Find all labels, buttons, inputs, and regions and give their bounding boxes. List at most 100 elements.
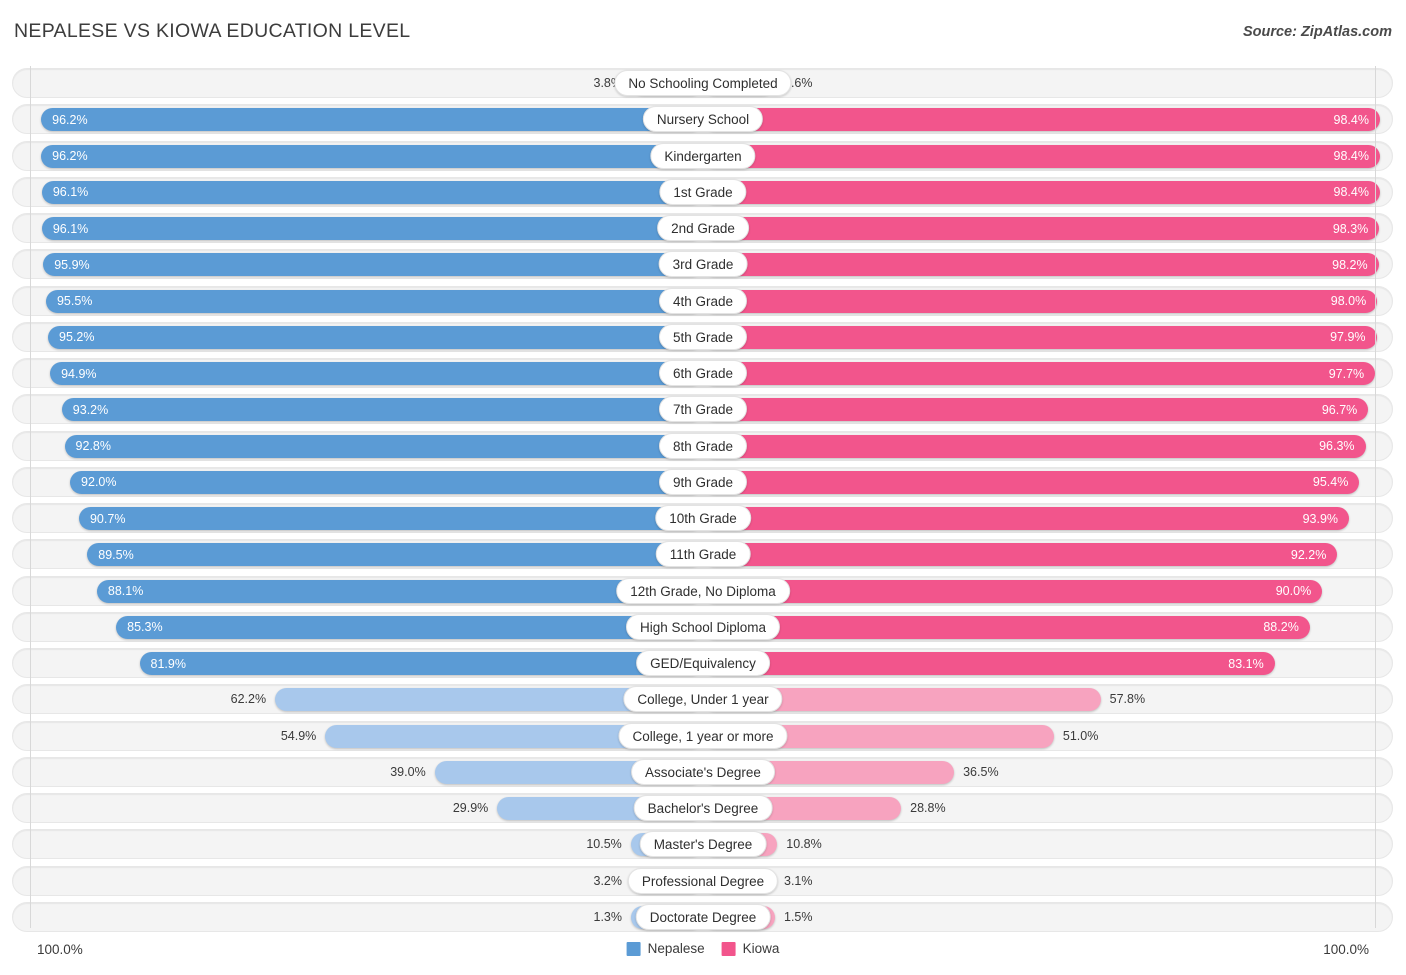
bar-kiowa: 96.7% <box>703 398 1369 422</box>
gridline-right <box>1375 66 1376 928</box>
category-label: 1st Grade <box>659 178 747 205</box>
category-label: 11th Grade <box>655 541 751 568</box>
category-label: High School Diploma <box>625 613 781 640</box>
bar-nepalese: 93.2% <box>61 398 703 422</box>
gridline-left <box>30 66 31 928</box>
bar-value-label: 54.9% <box>280 728 317 743</box>
bar-value-label: 97.9% <box>1330 330 1366 345</box>
chart-row: 89.5% 92.2% 11th Grade <box>0 539 1406 570</box>
bar-kiowa: 98.4% <box>703 108 1380 132</box>
category-label: 4th Grade <box>658 287 748 314</box>
bar-value-label: 98.3% <box>1332 221 1369 236</box>
category-label: GED/Equivalency <box>636 650 770 676</box>
category-label: 8th Grade <box>658 432 748 459</box>
axis-label-right: 100.0% <box>1323 942 1369 957</box>
bar-value-label: 36.5% <box>963 764 999 779</box>
bar-kiowa: 93.9% <box>703 507 1350 530</box>
chart-row: 62.2% 57.8% College, Under 1 year <box>0 684 1406 715</box>
chart-row: 94.9% 97.7% 6th Grade <box>0 358 1406 388</box>
chart-row: 92.8% 96.3% 8th Grade <box>0 430 1406 461</box>
legend-item: Kiowa <box>721 941 779 956</box>
bar-kiowa: 90.0% <box>703 579 1323 603</box>
category-label: 3rd Grade <box>658 251 748 278</box>
bar-value-label: 95.2% <box>59 330 95 345</box>
bar-kiowa: 98.2% <box>703 253 1379 277</box>
bar-nepalese: 92.8% <box>64 434 703 458</box>
category-label: No Schooling Completed <box>614 70 792 96</box>
bar-value-label: 95.5% <box>56 294 93 308</box>
bar-kiowa: 98.3% <box>703 217 1380 240</box>
bar-value-label: 96.1% <box>52 221 89 236</box>
bar-value-label: 92.0% <box>81 475 117 490</box>
bar-kiowa: 92.2% <box>703 543 1338 567</box>
chart-row: 29.9% 28.8% Bachelor's Degree <box>0 793 1406 823</box>
category-label: 5th Grade <box>658 323 748 350</box>
category-label: Professional Degree <box>627 867 779 894</box>
bar-nepalese: 95.5% <box>45 289 703 313</box>
bar-value-label: 3.2% <box>593 873 623 888</box>
chart-row: 3.8% 1.6% No Schooling Completed <box>0 68 1406 98</box>
bar-value-label: 1.5% <box>784 909 813 924</box>
bar-value-label: 81.9% <box>150 656 186 671</box>
bar-nepalese: 89.5% <box>87 543 703 567</box>
bar-value-label: 96.7% <box>1321 402 1358 417</box>
bar-value-label: 51.0% <box>1062 728 1099 743</box>
axis-label-left: 100.0% <box>37 942 83 957</box>
chart-row: 88.1% 90.0% 12th Grade, No Diploma <box>0 575 1406 606</box>
bar-nepalese: 96.2% <box>41 144 703 168</box>
chart-row: 92.0% 95.4% 9th Grade <box>0 466 1406 497</box>
source-attribution: Source: ZipAtlas.com <box>1242 24 1392 40</box>
bar-value-label: 96.1% <box>52 185 89 200</box>
bar-value-label: 90.7% <box>89 511 126 526</box>
bar-value-label: 96.2% <box>52 112 88 127</box>
category-label: College, Under 1 year <box>623 686 783 713</box>
bar-nepalese: 92.0% <box>70 470 703 494</box>
bar-value-label: 98.4% <box>1333 112 1369 127</box>
chart-page: NEPALESE VS KIOWA EDUCATION LEVEL Source… <box>0 0 1406 975</box>
bar-kiowa: 98.0% <box>703 289 1378 313</box>
category-label: College, 1 year or more <box>618 722 788 749</box>
bar-kiowa: 97.9% <box>703 325 1377 349</box>
bar-nepalese: 90.7% <box>78 507 703 530</box>
chart-row: 95.2% 97.9% 5th Grade <box>0 321 1406 352</box>
bar-kiowa: 88.2% <box>703 615 1310 639</box>
chart-row: 96.2% 98.4% Nursery School <box>0 104 1406 135</box>
bar-value-label: 96.2% <box>52 149 88 163</box>
bar-value-label: 92.8% <box>75 439 111 453</box>
category-label: Kindergarten <box>650 142 756 169</box>
bar-kiowa: 98.4% <box>703 144 1380 168</box>
bar-value-label: 1.3% <box>593 909 623 924</box>
category-label: 7th Grade <box>658 396 748 423</box>
legend-swatch-icon <box>721 941 736 956</box>
chart-row: 85.3% 88.2% High School Diploma <box>0 611 1406 642</box>
bar-value-label: 28.8% <box>910 801 946 815</box>
category-label: Master's Degree <box>639 831 767 858</box>
bar-kiowa: 95.4% <box>703 470 1360 494</box>
bar-value-label: 88.2% <box>1263 620 1299 635</box>
bar-value-label: 93.2% <box>72 402 109 417</box>
chart-row: 95.9% 98.2% 3rd Grade <box>0 249 1406 280</box>
chart-footer: 100.0% 100.0% Nepalese Kiowa <box>0 938 1406 966</box>
bar-value-label: 98.4% <box>1333 149 1369 163</box>
bar-value-label: 95.4% <box>1312 475 1349 490</box>
chart-row: 81.9% 83.1% GED/Equivalency <box>0 648 1406 678</box>
bar-value-label: 3.1% <box>784 873 813 888</box>
legend-swatch-icon <box>626 941 641 956</box>
chart-row: 90.7% 93.9% 10th Grade <box>0 503 1406 533</box>
bar-nepalese: 96.1% <box>41 180 703 204</box>
bar-value-label: 93.9% <box>1302 511 1339 526</box>
chart-row: 96.1% 98.4% 1st Grade <box>0 176 1406 207</box>
bar-value-label: 92.2% <box>1290 547 1327 562</box>
category-label: 10th Grade <box>655 505 751 531</box>
bar-value-label: 85.3% <box>127 620 163 635</box>
bar-nepalese: 96.1% <box>41 217 703 240</box>
category-label: Bachelor's Degree <box>633 795 773 821</box>
chart-row: 95.5% 98.0% 4th Grade <box>0 285 1406 316</box>
legend-label: Nepalese <box>647 941 705 956</box>
bar-value-label: 62.2% <box>230 692 267 707</box>
bar-nepalese: 81.9% <box>139 652 703 675</box>
bar-value-label: 98.4% <box>1333 185 1369 200</box>
chart-row: 96.1% 98.3% 2nd Grade <box>0 213 1406 243</box>
category-label: 2nd Grade <box>657 215 749 241</box>
bar-value-label: 83.1% <box>1228 656 1264 671</box>
